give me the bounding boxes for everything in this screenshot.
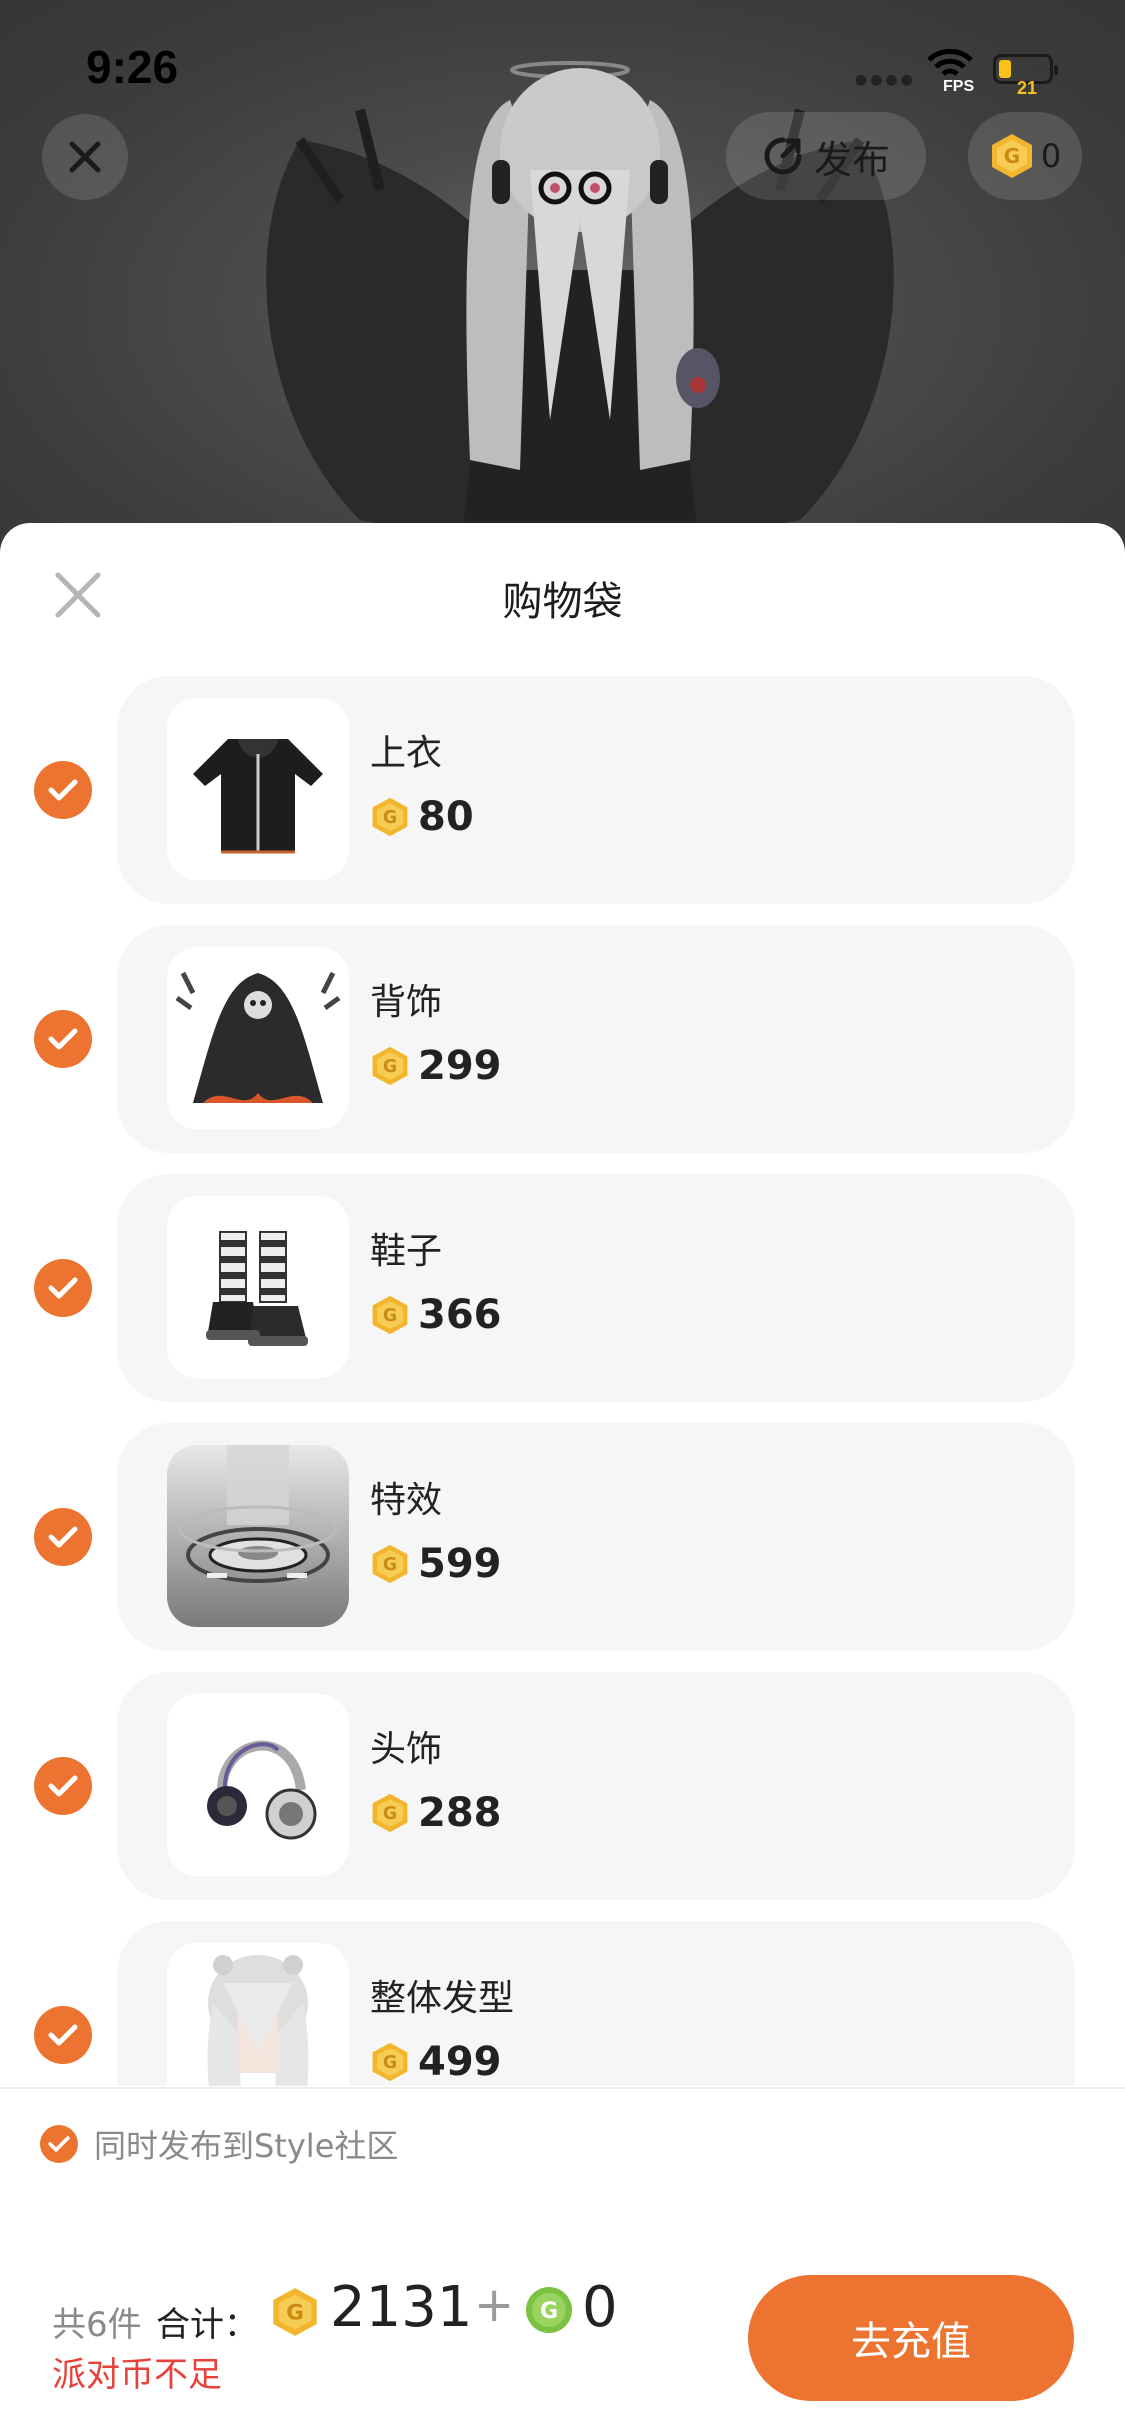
item-price-value: 80 xyxy=(418,794,474,840)
item-price: G 288 xyxy=(370,1790,502,1836)
party-coin-icon: G xyxy=(372,1295,408,1335)
item-name: 特效 xyxy=(370,1480,443,1521)
green-coin-icon: G xyxy=(526,2287,572,2333)
item-name: 上衣 xyxy=(370,733,443,774)
item-count: 共6件 xyxy=(52,2305,142,2345)
item-checkbox[interactable] xyxy=(34,1508,92,1566)
hoodie-thumbnail xyxy=(167,698,349,880)
cart-item-row: 上衣 G 80 xyxy=(0,676,1125,904)
checkmark-icon xyxy=(48,779,78,801)
checkmark-icon xyxy=(48,2136,70,2152)
item-price-value: 366 xyxy=(418,1292,502,1338)
publish-icon xyxy=(764,137,802,175)
party-coin-icon: G xyxy=(372,1544,408,1584)
cart-item-row: 特效 G 599 xyxy=(0,1423,1125,1651)
reaper-cloak-thumbnail xyxy=(167,947,349,1129)
svg-text:G: G xyxy=(383,1306,397,1326)
coin-balance-button[interactable]: G 0 xyxy=(968,112,1082,200)
item-checkbox[interactable] xyxy=(34,1010,92,1068)
svg-text:G: G xyxy=(540,2299,558,2324)
sync-checkbox[interactable] xyxy=(40,2125,78,2163)
publish-button[interactable]: 发布 xyxy=(726,112,926,200)
party-coin-icon: G xyxy=(372,2042,408,2082)
party-coin-icon: G xyxy=(372,1046,408,1086)
svg-text:G: G xyxy=(1004,144,1020,168)
item-checkbox[interactable] xyxy=(34,1757,92,1815)
cart-item-row: 整体发型 G 499 xyxy=(0,1921,1125,2086)
checkmark-icon xyxy=(48,1775,78,1797)
recharge-button[interactable]: 去充值 xyxy=(748,2275,1074,2401)
cart-item-card[interactable]: 背饰 G 299 xyxy=(117,925,1075,1153)
insufficient-coins-warning: 派对币不足 xyxy=(52,2355,222,2395)
svg-text:G: G xyxy=(383,1057,397,1077)
checkmark-icon xyxy=(48,1277,78,1299)
svg-text:G: G xyxy=(383,808,397,828)
cart-item-row: 头饰 G 288 xyxy=(0,1672,1125,1900)
cart-item-card[interactable]: 特效 G 599 xyxy=(117,1423,1075,1651)
item-name: 整体发型 xyxy=(370,1978,515,2019)
party-coin-icon: G xyxy=(273,2288,317,2336)
party-coin-icon: G xyxy=(372,797,408,837)
coin-balance-value: 0 xyxy=(1040,137,1062,175)
sync-to-community-option[interactable]: 同时发布到Style社区 xyxy=(0,2087,1125,2199)
party-coin-icon: G xyxy=(372,1793,408,1833)
svg-text:G: G xyxy=(383,2053,397,2073)
svg-text:G: G xyxy=(383,1804,397,1824)
svg-text:G: G xyxy=(286,2301,304,2326)
item-checkbox[interactable] xyxy=(34,2006,92,2064)
close-icon xyxy=(69,141,101,173)
cart-item-row: 背饰 G 299 xyxy=(0,925,1125,1153)
checkmark-icon xyxy=(48,2024,78,2046)
item-price: G 499 xyxy=(370,2039,502,2085)
fps-label: FPS xyxy=(943,78,975,95)
item-name: 背饰 xyxy=(370,982,443,1023)
avatar-preview-area: 9:26 ●●●● FPS 21 发布 G 0 xyxy=(0,0,1125,560)
shopping-bag-sheet: 购物袋 上衣 G 80 背饰 G 299 鞋子 G 366 特效 G 599 头… xyxy=(0,523,1125,2436)
item-price-value: 599 xyxy=(418,1541,502,1587)
cart-item-card[interactable]: 鞋子 G 366 xyxy=(117,1174,1075,1402)
ring-effect-thumbnail xyxy=(167,1445,349,1627)
sheet-title: 购物袋 xyxy=(502,579,623,625)
item-price-value: 499 xyxy=(418,2039,502,2085)
close-preview-button[interactable] xyxy=(42,114,128,200)
svg-text:G: G xyxy=(383,1555,397,1575)
item-price: G 599 xyxy=(370,1541,502,1587)
item-price: G 299 xyxy=(370,1043,502,1089)
item-checkbox[interactable] xyxy=(34,1259,92,1317)
item-name: 鞋子 xyxy=(370,1231,443,1272)
total-label: 合计： xyxy=(156,2305,258,2345)
publish-label: 发布 xyxy=(813,137,890,182)
cart-item-card[interactable]: 头饰 G 288 xyxy=(117,1672,1075,1900)
party-coin-icon: G xyxy=(991,134,1032,178)
plus-sign: + xyxy=(474,2277,515,2333)
item-price-value: 288 xyxy=(418,1790,502,1836)
item-price: G 366 xyxy=(370,1292,502,1338)
white-hair-thumbnail xyxy=(167,1943,349,2086)
item-price: G 80 xyxy=(370,794,474,840)
cart-item-list[interactable]: 上衣 G 80 背饰 G 299 鞋子 G 366 特效 G 599 头饰 G … xyxy=(0,676,1125,2086)
cart-item-card[interactable]: 上衣 G 80 xyxy=(117,676,1075,904)
sync-label: 同时发布到Style社区 xyxy=(94,2127,399,2165)
cart-item-card[interactable]: 整体发型 G 499 xyxy=(117,1921,1075,2086)
platform-boots-thumbnail xyxy=(167,1196,349,1378)
item-checkbox[interactable] xyxy=(34,761,92,819)
status-indicators: ●●●● FPS 21 xyxy=(855,48,1085,98)
headphones-thumbnail xyxy=(167,1694,349,1876)
checkmark-icon xyxy=(48,1526,78,1548)
checkmark-icon xyxy=(48,1028,78,1050)
item-price-value: 299 xyxy=(418,1043,502,1089)
checkout-footer: 共6件 合计： G 2131 + G 0 派对币不足 去充值 xyxy=(0,2197,1125,2436)
cart-item-row: 鞋子 G 366 xyxy=(0,1174,1125,1402)
total-green-coins: 0 xyxy=(582,2275,618,2340)
total-party-coins: 2131 xyxy=(330,2275,473,2340)
signal-icon: ●●●● xyxy=(855,72,916,88)
item-name: 头饰 xyxy=(370,1729,443,1770)
battery-level: 21 xyxy=(1017,78,1038,98)
status-time: 9:26 xyxy=(86,41,179,93)
